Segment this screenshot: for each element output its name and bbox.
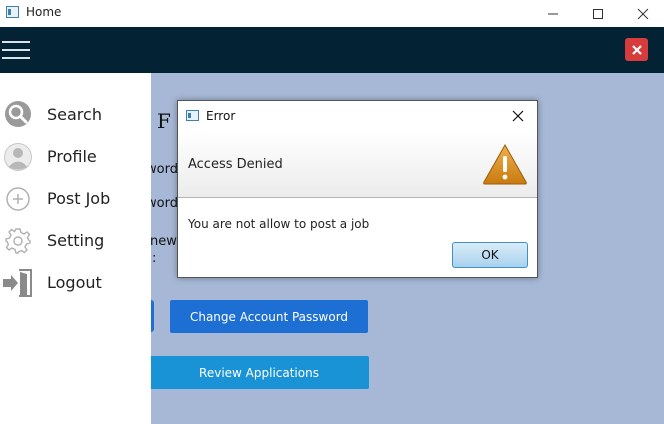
- sidebar-item-label: Logout: [47, 273, 102, 292]
- dialog-close-button[interactable]: [508, 107, 528, 125]
- dialog-title: Error: [206, 109, 236, 123]
- dialog-titlebar: Error: [178, 101, 537, 131]
- app-window-icon: [186, 110, 199, 121]
- sidebar-item-label: Post Job: [47, 189, 111, 208]
- search-icon: [5, 101, 31, 127]
- minimize-icon: [548, 13, 558, 14]
- review-applications-button[interactable]: Review Applications: [151, 356, 369, 389]
- app-window-icon: [6, 6, 19, 18]
- sidebar-item-label: Setting: [47, 231, 105, 250]
- field-label-partial: :: [152, 251, 157, 266]
- dialog-header-text: Access Denied: [188, 157, 283, 172]
- sidebar-item-label: Profile: [47, 147, 97, 166]
- window-close-button[interactable]: [620, 0, 664, 27]
- app-header-bar: [0, 27, 664, 73]
- sidebar-item-logout[interactable]: Logout: [0, 266, 151, 300]
- hamburger-menu-icon[interactable]: [2, 39, 30, 61]
- maximize-button[interactable]: [575, 0, 621, 27]
- partial-button[interactable]: [151, 300, 154, 332]
- dialog-message: You are not allow to post a job: [188, 217, 370, 231]
- warning-icon: [483, 143, 527, 185]
- add-circle-icon: [6, 187, 30, 211]
- gear-icon: [5, 228, 31, 254]
- field-label-partial: new: [151, 234, 177, 249]
- sidebar-item-setting[interactable]: Setting: [0, 224, 151, 258]
- minimize-button[interactable]: [530, 0, 576, 27]
- close-icon: [512, 110, 524, 122]
- app-close-button[interactable]: [625, 38, 648, 61]
- sidebar-item-label: Search: [47, 105, 102, 124]
- error-dialog: Error Access Denied You are not allow to…: [177, 100, 538, 278]
- ok-button[interactable]: OK: [452, 242, 528, 268]
- logout-icon: [3, 269, 32, 297]
- sidebar-item-profile[interactable]: Profile: [0, 140, 151, 174]
- sidebar: Search Profile Post Job Setting Logout: [0, 73, 151, 424]
- maximize-icon: [593, 8, 603, 19]
- change-password-button[interactable]: Change Account Password: [170, 300, 368, 333]
- field-label-partial: word: [151, 162, 178, 177]
- sidebar-item-post-job[interactable]: Post Job: [0, 182, 151, 216]
- window-title: Home: [26, 5, 62, 19]
- field-label-partial: word: [151, 196, 178, 211]
- close-icon: [637, 8, 649, 19]
- sidebar-item-search[interactable]: Search: [0, 98, 151, 132]
- dialog-header: Access Denied: [178, 131, 537, 198]
- close-icon: [631, 44, 642, 55]
- page-heading-partial: ge F: [151, 109, 171, 133]
- profile-icon: [4, 143, 32, 171]
- window-titlebar: Home: [0, 0, 664, 27]
